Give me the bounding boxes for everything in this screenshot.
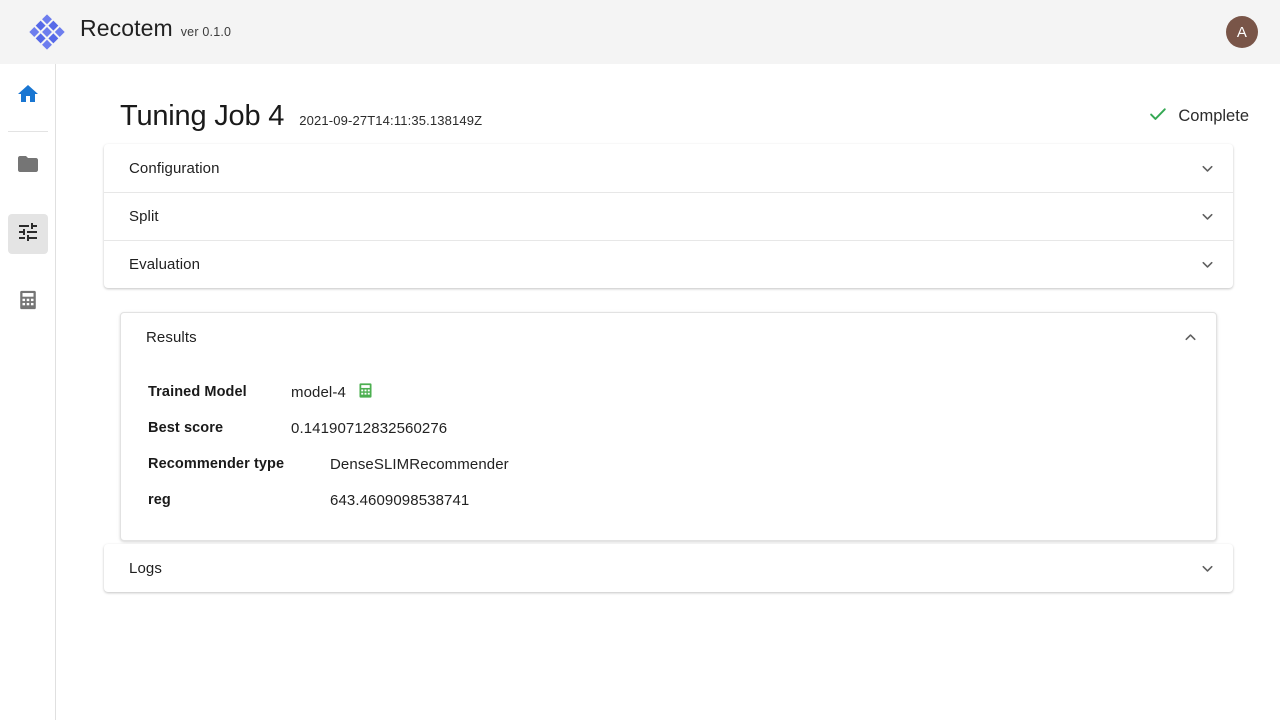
panel-configuration-label: Configuration [129, 160, 220, 177]
app-logo-icon [30, 15, 64, 49]
result-value: DenseSLIMRecommender [330, 456, 509, 473]
app-bar: Recotem ver 0.1.0 A [0, 0, 1280, 64]
sidebar [0, 64, 56, 720]
avatar[interactable]: A [1226, 16, 1258, 48]
results-body: Trained Model model-4 [121, 362, 1216, 540]
panel-split-label: Split [129, 208, 159, 225]
chevron-up-icon[interactable] [1178, 326, 1202, 350]
status-badge: Complete [1147, 103, 1249, 130]
chevron-down-icon[interactable] [1195, 156, 1219, 180]
panel-configuration[interactable]: Configuration [104, 144, 1233, 192]
panel-evaluation-label: Evaluation [129, 256, 200, 273]
result-key: reg [148, 492, 330, 508]
panel-split[interactable]: Split [104, 192, 1233, 240]
sidebar-item-trained-models[interactable] [8, 282, 48, 322]
main-content: Tuning Job 4 2021-09-27T14:11:35.138149Z… [56, 64, 1280, 720]
result-row-trained-model: Trained Model model-4 [121, 374, 1216, 410]
result-row-recommender-type: Recommender type DenseSLIMRecommender [121, 446, 1216, 482]
result-key: Trained Model [148, 384, 291, 400]
result-value: 643.4609098538741 [330, 492, 469, 509]
page-header: Tuning Job 4 2021-09-27T14:11:35.138149Z… [120, 100, 1249, 133]
result-row-reg: reg 643.4609098538741 [121, 482, 1216, 518]
sidebar-divider [8, 131, 48, 132]
panel-logs-label: Logs [129, 560, 162, 577]
panel-logs: Logs [104, 544, 1233, 592]
check-icon [1147, 103, 1169, 130]
sidebar-item-tuning-jobs[interactable] [8, 214, 48, 254]
result-row-best-score: Best score 0.14190712832560276 [121, 410, 1216, 446]
result-value: 0.14190712832560276 [291, 420, 447, 437]
calculator-icon[interactable] [357, 382, 374, 403]
result-key: Best score [148, 420, 291, 436]
app-version: ver 0.1.0 [181, 25, 231, 39]
folder-icon [16, 152, 40, 181]
page-title: Tuning Job 4 [120, 100, 284, 133]
panel-evaluation[interactable]: Evaluation [104, 240, 1233, 288]
calculator-icon [17, 289, 39, 316]
result-value: model-4 [291, 382, 374, 403]
panel-results: Results Trained Model model-4 [120, 312, 1217, 541]
status-label: Complete [1178, 107, 1249, 126]
panel-results-label: Results [146, 329, 197, 346]
sidebar-item-home[interactable] [8, 76, 48, 116]
result-key: Recommender type [148, 456, 330, 472]
sidebar-item-projects[interactable] [8, 146, 48, 186]
app-title: Recotem [80, 15, 173, 42]
home-icon [16, 82, 40, 111]
panel-results-header[interactable]: Results [121, 313, 1216, 362]
result-value-text: model-4 [291, 384, 346, 401]
panel-logs-header[interactable]: Logs [104, 544, 1233, 592]
chevron-down-icon[interactable] [1195, 253, 1219, 277]
brand: Recotem ver 0.1.0 [30, 15, 231, 49]
chevron-down-icon[interactable] [1195, 205, 1219, 229]
chevron-down-icon[interactable] [1195, 556, 1219, 580]
accordion-group: Configuration Split Evaluation [104, 144, 1233, 288]
tune-icon [16, 220, 40, 249]
page-timestamp: 2021-09-27T14:11:35.138149Z [299, 113, 482, 128]
